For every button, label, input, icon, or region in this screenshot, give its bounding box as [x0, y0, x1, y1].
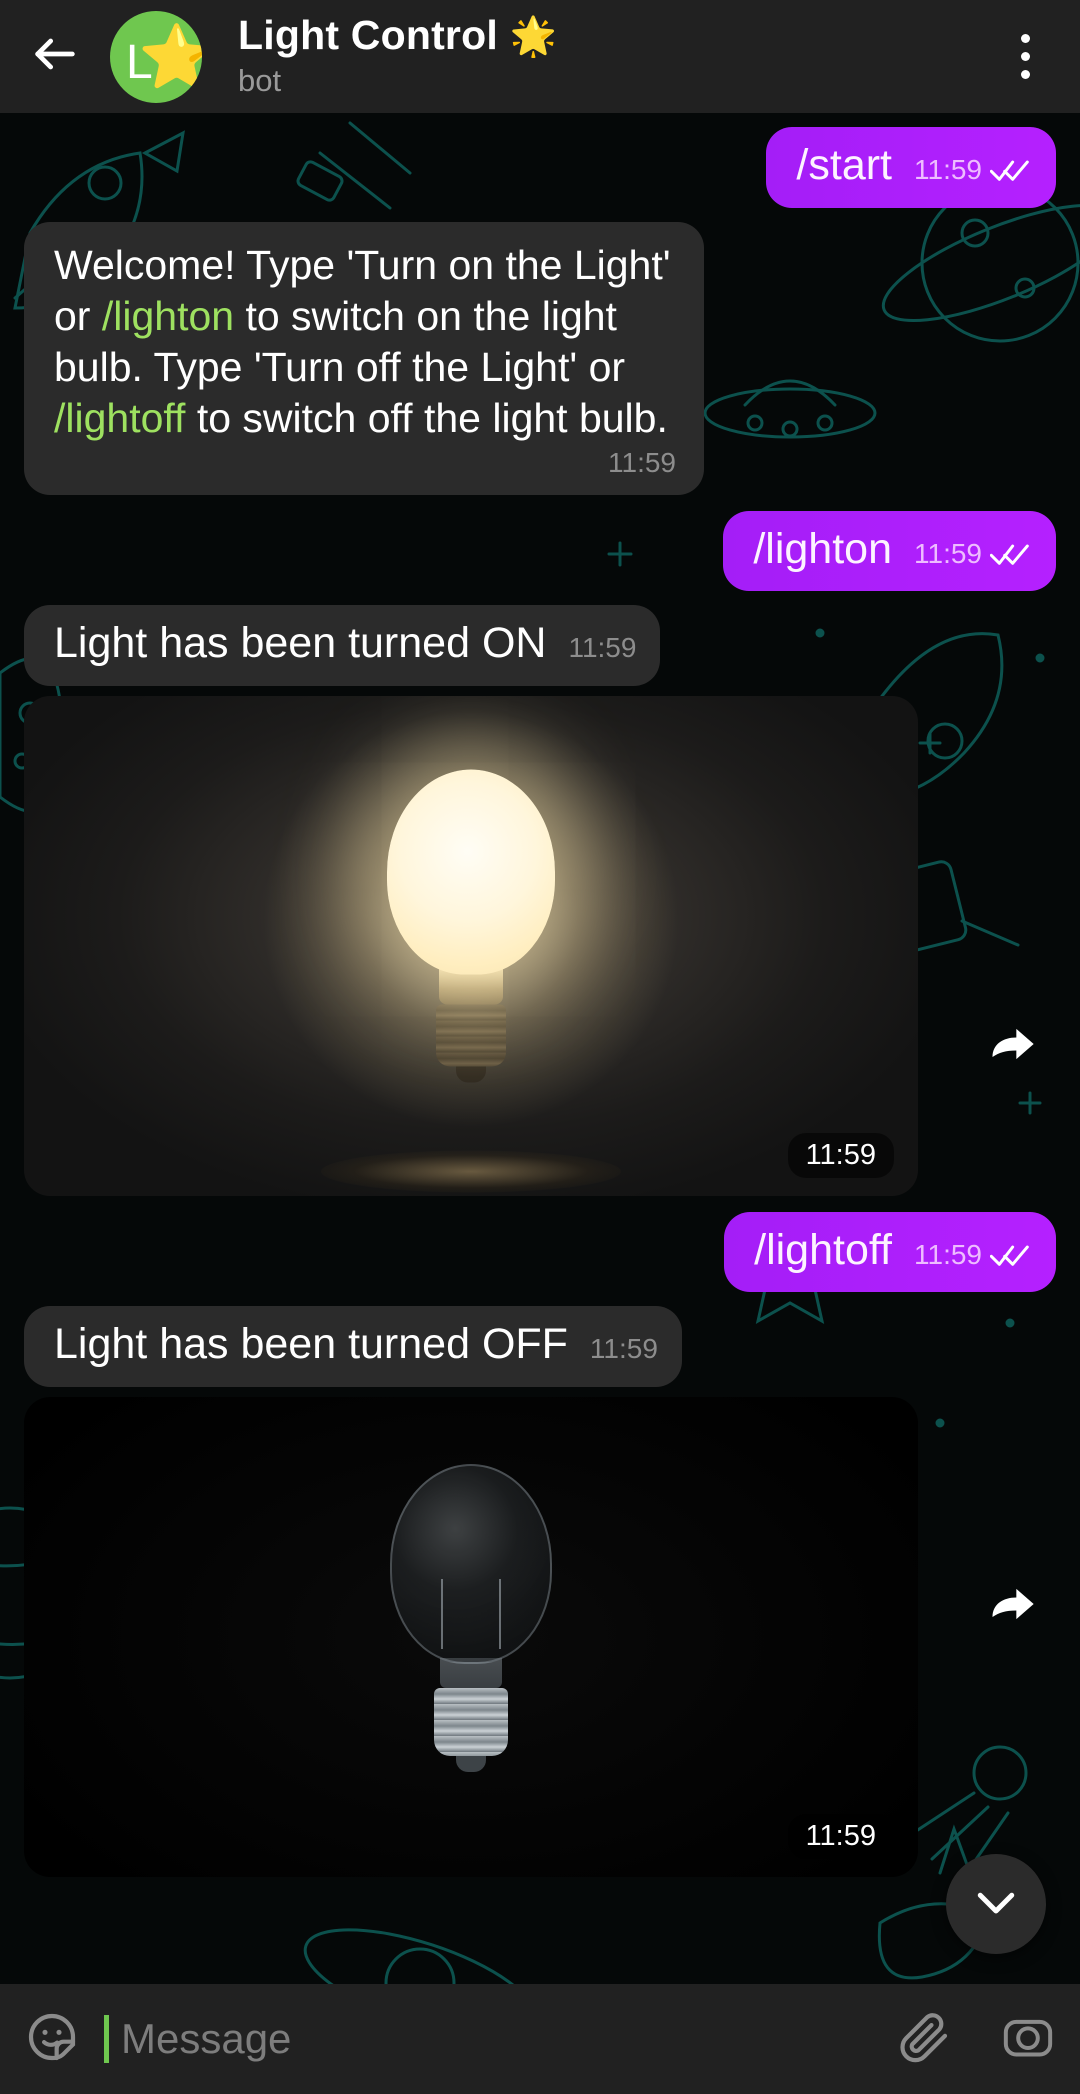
message-time: 11:59 [787, 1132, 894, 1178]
bulb-glass [387, 769, 555, 975]
message-bubble-incoming[interactable]: Light has been turned OFF 11:59 [24, 1306, 682, 1387]
chevron-down-icon [969, 1875, 1023, 1934]
bulb-filament [441, 1579, 501, 1650]
message-bubble-outgoing[interactable]: /start 11:59 [766, 127, 1056, 208]
message-bubble-outgoing[interactable]: /lighton 11:59 [723, 510, 1056, 592]
message-input-placeholder: Message [121, 2015, 292, 2062]
message-meta: 11:59 [590, 1335, 658, 1363]
message-meta: 11:59 [54, 447, 676, 479]
read-receipt-double-check-icon [989, 542, 1030, 566]
message-row-lightoff: /lightoff 11:59 [0, 1211, 1080, 1293]
photo-message-bulb-on[interactable]: 11:59 [24, 695, 918, 1196]
bulb-glass [390, 1463, 552, 1664]
message-composer: Message [0, 1984, 1080, 2094]
message-meta: 11:59 [568, 634, 636, 662]
photo-message-bulb-off[interactable]: 11:59 [24, 1396, 918, 1877]
text-cursor [104, 2015, 109, 2063]
chat-subtitle: bot [238, 63, 282, 99]
camera-button[interactable] [976, 1984, 1080, 2094]
message-row-turned-off: Light has been turned OFF 11:59 [0, 1306, 1080, 1387]
message-time: 11:59 [608, 446, 676, 478]
back-arrow-icon [29, 28, 81, 85]
back-button[interactable] [0, 0, 110, 113]
welcome-seg-4: to switch off the light bulb. [185, 395, 668, 442]
forward-arrow-icon [986, 1578, 1038, 1635]
command-lightoff-link[interactable]: /lightoff [54, 395, 185, 441]
avatar-star-icon: ⭐ [138, 22, 202, 92]
message-row-photo-on: 11:59 [0, 695, 1080, 1196]
message-row-turned-on: Light has been turned ON 11:59 [0, 605, 1080, 686]
title-star-icon: 🌟 [509, 15, 558, 58]
message-text: Welcome! Type 'Turn on the Light' or /li… [54, 240, 676, 445]
message-time: 11:59 [914, 154, 982, 185]
read-receipt-double-check-icon [989, 1243, 1030, 1267]
message-time: 11:59 [568, 632, 637, 664]
message-row-start: /start 11:59 [0, 127, 1080, 208]
message-bubble-incoming[interactable]: Light has been turned ON 11:59 [24, 605, 661, 686]
message-time: 11:59 [589, 1333, 658, 1365]
message-meta: 11:59 [914, 1238, 1030, 1270]
message-time: 11:59 [914, 537, 982, 569]
sticker-smiley-button[interactable] [0, 1984, 104, 2094]
forward-button-photo-on[interactable] [966, 1000, 1058, 1092]
page-title: Light Control 🌟 [238, 12, 557, 60]
avatar[interactable]: L ⭐ [110, 10, 202, 103]
light-bulb-off-image [390, 1463, 552, 1772]
forward-button-photo-off[interactable] [966, 1560, 1058, 1652]
chat-title-block[interactable]: Light Control 🌟 bot [238, 12, 557, 102]
message-text: /lightoff [754, 1225, 892, 1274]
chat-header: L ⭐ Light Control 🌟 bot [0, 0, 1080, 113]
message-text: /start [796, 141, 892, 189]
bulb-screw-base [434, 1687, 508, 1756]
message-text: /lighton [753, 524, 892, 573]
message-row-photo-off: 11:59 [0, 1396, 1080, 1877]
chat-title-text: Light Control [238, 11, 498, 58]
message-text: Light has been turned ON [54, 619, 547, 668]
forward-arrow-icon [986, 1018, 1038, 1075]
message-bubble-incoming[interactable]: Welcome! Type 'Turn on the Light' or /li… [24, 221, 704, 495]
camera-icon [1000, 2009, 1056, 2070]
composer-actions [872, 1984, 1080, 2094]
message-list[interactable]: /start 11:59 Welcome! Type 'Turn on the … [0, 113, 1080, 1984]
message-meta: 11:59 [914, 156, 1030, 184]
command-lighton-link[interactable]: /lighton [102, 293, 234, 339]
bulb-tip [456, 1755, 486, 1772]
message-row-welcome: Welcome! Type 'Turn on the Light' or /li… [0, 221, 1080, 495]
telegram-chat-screen: L ⭐ Light Control 🌟 bot /start 11:59 Wel… [0, 0, 1080, 2094]
message-bubble-outgoing[interactable]: /lightoff 11:59 [724, 1211, 1056, 1293]
message-text: Light has been turned OFF [54, 1320, 568, 1369]
attach-button[interactable] [872, 1984, 976, 2094]
message-input[interactable]: Message [104, 1984, 872, 2094]
message-meta: 11:59 [914, 537, 1030, 569]
read-receipt-double-check-icon [989, 158, 1030, 182]
sticker-smiley-icon [24, 2009, 80, 2070]
scroll-to-bottom-button[interactable] [946, 1854, 1046, 1954]
overflow-menu-icon[interactable] [970, 0, 1080, 113]
message-time: 11:59 [787, 1813, 894, 1859]
paperclip-icon [896, 2009, 952, 2070]
message-row-lighton: /lighton 11:59 [0, 510, 1080, 592]
light-bulb-on-image [261, 709, 681, 1193]
bulb-floor-glow [321, 1150, 621, 1193]
message-time: 11:59 [914, 1238, 982, 1270]
